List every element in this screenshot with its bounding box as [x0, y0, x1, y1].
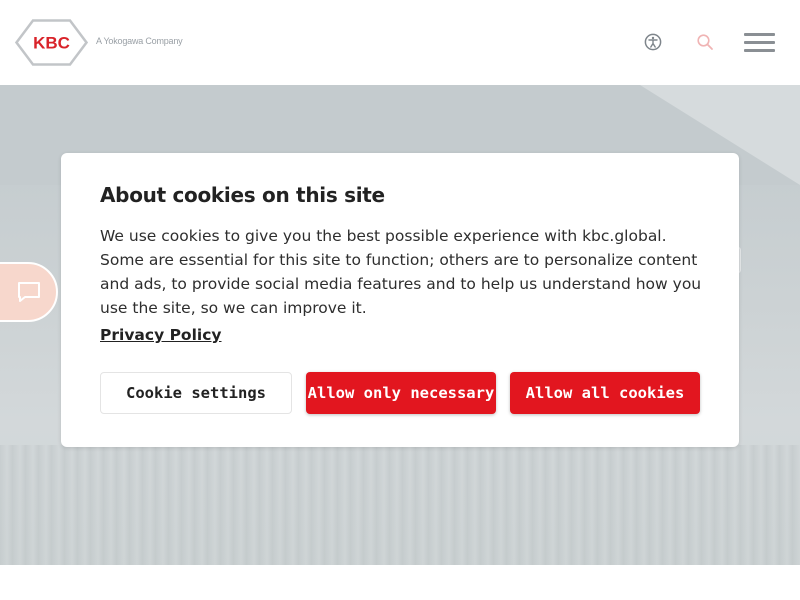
page-bottom: [0, 565, 800, 600]
site-header: KBC A Yokogawa Company: [0, 0, 800, 85]
chat-bubble-icon: [18, 282, 40, 302]
privacy-policy-link[interactable]: Privacy Policy: [100, 326, 222, 344]
allow-all-cookies-button[interactable]: Allow all cookies: [510, 372, 700, 414]
tagline: A Yokogawa Company: [96, 36, 183, 46]
hamburger-menu-icon[interactable]: [744, 33, 775, 53]
kbc-logo[interactable]: KBC: [14, 19, 89, 66]
search-icon[interactable]: [693, 30, 717, 54]
accessibility-icon[interactable]: [641, 30, 665, 54]
cookie-settings-button[interactable]: Cookie settings: [100, 372, 292, 414]
chat-button[interactable]: [0, 262, 58, 322]
hero-forest-texture: [0, 445, 800, 565]
cookie-dialog-body: We use cookies to give you the best poss…: [100, 227, 702, 317]
allow-necessary-button[interactable]: Allow only necessary: [306, 372, 496, 414]
logo-text: KBC: [33, 34, 70, 53]
cookie-consent-dialog: About cookies on this site We use cookie…: [61, 153, 739, 447]
cookie-dialog-title: About cookies on this site: [100, 183, 385, 207]
